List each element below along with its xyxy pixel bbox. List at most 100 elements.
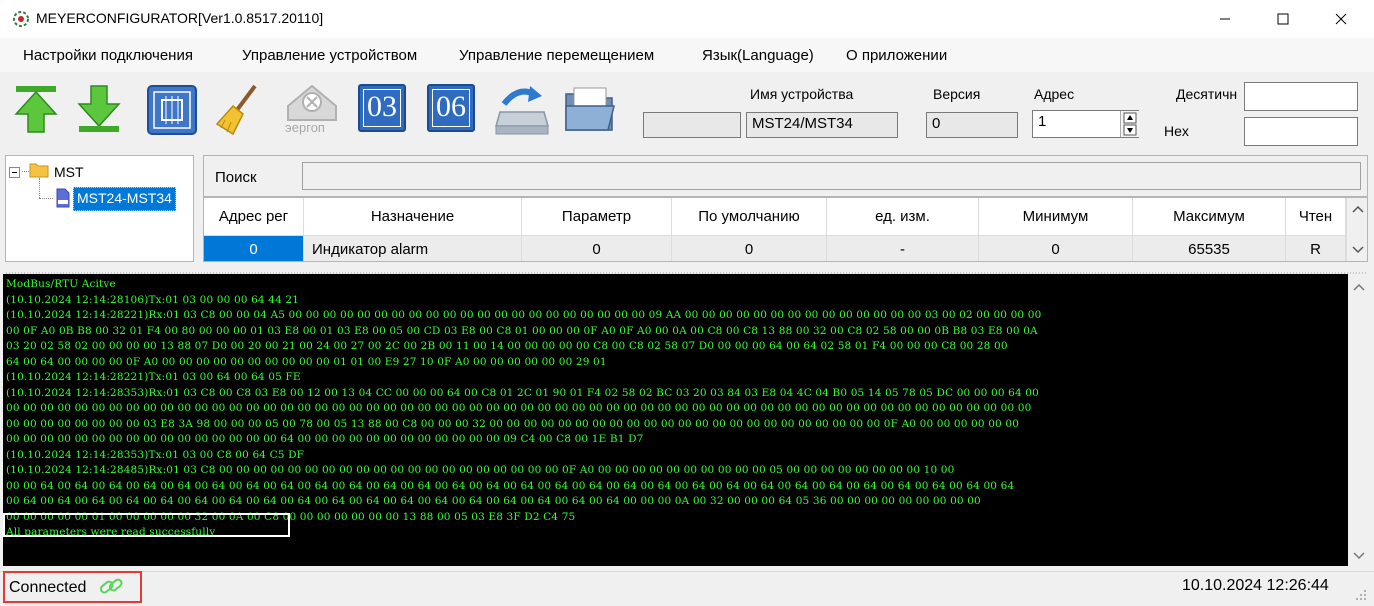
table-cell-min[interactable]: 0 <box>979 236 1133 261</box>
decimal-input[interactable] <box>1244 82 1358 111</box>
btn-06-label: 06 <box>436 90 466 123</box>
col-header-default[interactable]: По умолчанию <box>672 198 827 236</box>
arrow-down-icon <box>77 85 121 132</box>
log-line: 00 00 64 00 64 00 64 00 64 00 64 00 64 0… <box>6 479 1015 492</box>
read-03-button[interactable]: 03 <box>356 80 410 138</box>
menu-connection-settings[interactable]: Настройки подключения <box>23 47 193 64</box>
app-gear-icon <box>13 11 29 27</box>
col-header-unit[interactable]: ед. изм. <box>827 198 979 236</box>
address-label: Адрес <box>1034 86 1075 102</box>
tree-line <box>22 171 29 172</box>
col-header-parameter[interactable]: Параметр <box>522 198 672 236</box>
device-name-field: MST24/MST34 <box>746 112 898 138</box>
version-label: Версия <box>933 86 981 102</box>
connection-status: Connected <box>9 579 87 596</box>
tree-line <box>39 178 40 198</box>
close-button[interactable] <box>1312 0 1370 38</box>
log-line: (10.10.2024 12:14:28221)Tx:01 03 00 64 0… <box>6 371 301 383</box>
log-line: (10.10.2024 12:14:28485)Rx:01 03 C8 00 0… <box>6 464 955 476</box>
success-highlight-box <box>3 513 290 537</box>
log-line: 03 20 02 58 02 00 00 00 00 13 88 07 D0 0… <box>6 340 1008 352</box>
broom-icon <box>215 84 257 136</box>
hex-input[interactable] <box>1244 117 1358 146</box>
save-button[interactable] <box>494 80 550 138</box>
chip-icon <box>147 85 197 135</box>
disconnect-button[interactable]: эергоп <box>282 80 342 138</box>
table-scrollbar[interactable] <box>1346 198 1367 261</box>
log-line: 64 00 64 00 00 00 00 0F A0 00 00 00 00 0… <box>6 355 607 368</box>
menu-language[interactable]: Язык(Language) <box>702 47 814 64</box>
table-cell-unit[interactable]: - <box>827 236 979 261</box>
menu-about[interactable]: О приложении <box>846 47 947 64</box>
table-cell-purpose[interactable]: Индикатор alarm <box>304 236 522 261</box>
log-line: (10.10.2024 12:14:28353)Tx:01 03 00 C8 0… <box>6 448 305 461</box>
resize-grip-icon[interactable] <box>1354 588 1368 602</box>
upload-button[interactable] <box>12 80 64 138</box>
col-header-max[interactable]: Максимум <box>1133 198 1286 236</box>
scroll-arrows-icon <box>1353 283 1365 560</box>
btn-03-label: 03 <box>367 90 397 123</box>
maximize-button[interactable] <box>1254 0 1312 38</box>
table-cell-parameter[interactable]: 0 <box>522 236 672 261</box>
disabled-icon-text: эергоп <box>285 120 325 135</box>
log-line: 00 64 00 64 00 64 00 64 00 64 00 64 00 6… <box>6 495 981 507</box>
table-cell-read[interactable]: R <box>1286 236 1346 261</box>
version-field: 0 <box>926 112 1018 138</box>
col-header-address[interactable]: Адрес рег <box>204 198 304 236</box>
device-tree: MST MST24-MST34 <box>5 155 194 262</box>
log-scrollbar[interactable] <box>1348 274 1370 566</box>
chip-button[interactable] <box>146 80 198 138</box>
folder-icon <box>29 163 49 178</box>
search-input[interactable] <box>302 162 1361 190</box>
spinner-arrows-icon <box>1123 112 1137 136</box>
parameter-table: Адрес рег Назначение Параметр По умолчан… <box>203 197 1368 262</box>
search-panel: Поиск <box>203 155 1368 197</box>
tree-selected-item[interactable]: MST24-MST34 <box>73 187 176 211</box>
table-cell-default[interactable]: 0 <box>672 236 827 261</box>
close-icon <box>1335 13 1347 25</box>
address-value: 1 <box>1038 113 1047 130</box>
blank-field <box>643 112 741 138</box>
scroll-arrows-icon <box>1352 205 1364 254</box>
device-name-label: Имя устройства <box>750 86 854 102</box>
minimize-icon <box>1220 18 1230 20</box>
log-line: 00 0F A0 0B B8 00 32 01 F4 00 80 00 00 0… <box>6 324 1038 337</box>
table-cell-max[interactable]: 65535 <box>1133 236 1286 261</box>
log-line: 00 00 00 00 00 00 00 00 00 00 00 00 00 0… <box>6 433 644 445</box>
write-06-button[interactable]: 06 <box>425 80 479 138</box>
log-line: (10.10.2024 12:14:28106)Tx:01 03 00 00 0… <box>6 293 300 306</box>
open-folder-button[interactable] <box>562 80 618 138</box>
window-title: MEYERCONFIGURATOR[Ver1.0.8517.20110] <box>36 10 324 26</box>
tree-root-label[interactable]: MST <box>54 164 84 180</box>
menu-bar <box>0 38 1374 72</box>
minimize-button[interactable] <box>1196 0 1254 38</box>
log-line: 00 00 00 00 00 00 00 00 03 E8 3A 98 00 0… <box>6 417 1020 430</box>
arrow-up-icon <box>14 86 58 133</box>
tree-line <box>39 198 53 199</box>
decimal-label: Десятичн <box>1176 86 1238 102</box>
table-cell-address[interactable]: 0 <box>204 236 304 261</box>
search-label: Поиск <box>215 169 257 186</box>
save-drive-icon <box>495 86 549 135</box>
download-button[interactable] <box>75 80 127 138</box>
link-icon <box>99 578 123 594</box>
log-line: (10.10.2024 12:14:28353)Rx:01 03 C8 00 C… <box>6 386 1039 399</box>
maximize-icon <box>1277 13 1289 25</box>
hex-label: Hex <box>1164 123 1189 139</box>
collapse-toggle[interactable] <box>9 167 20 178</box>
clear-button[interactable] <box>213 80 265 138</box>
log-line: 00 00 00 00 00 00 00 00 00 00 00 00 00 0… <box>6 402 1032 414</box>
menu-motion-control[interactable]: Управление перемещением <box>459 47 654 64</box>
col-header-purpose[interactable]: Назначение <box>304 198 522 236</box>
file-icon <box>56 188 70 208</box>
status-datetime: 10.10.2024 12:26:44 <box>1182 577 1329 594</box>
log-line: (10.10.2024 12:14:28221)Rx:01 03 C8 00 0… <box>6 309 1042 321</box>
col-header-read[interactable]: Чтен <box>1286 198 1346 236</box>
menu-device-control[interactable]: Управление устройством <box>242 47 417 64</box>
splitter[interactable] <box>0 264 1370 276</box>
folder-icon <box>565 87 615 131</box>
col-header-min[interactable]: Минимум <box>979 198 1133 236</box>
address-spinner[interactable] <box>1120 111 1139 137</box>
log-line: ModBus/RTU Acitve <box>6 278 116 290</box>
status-bar <box>0 571 1374 606</box>
